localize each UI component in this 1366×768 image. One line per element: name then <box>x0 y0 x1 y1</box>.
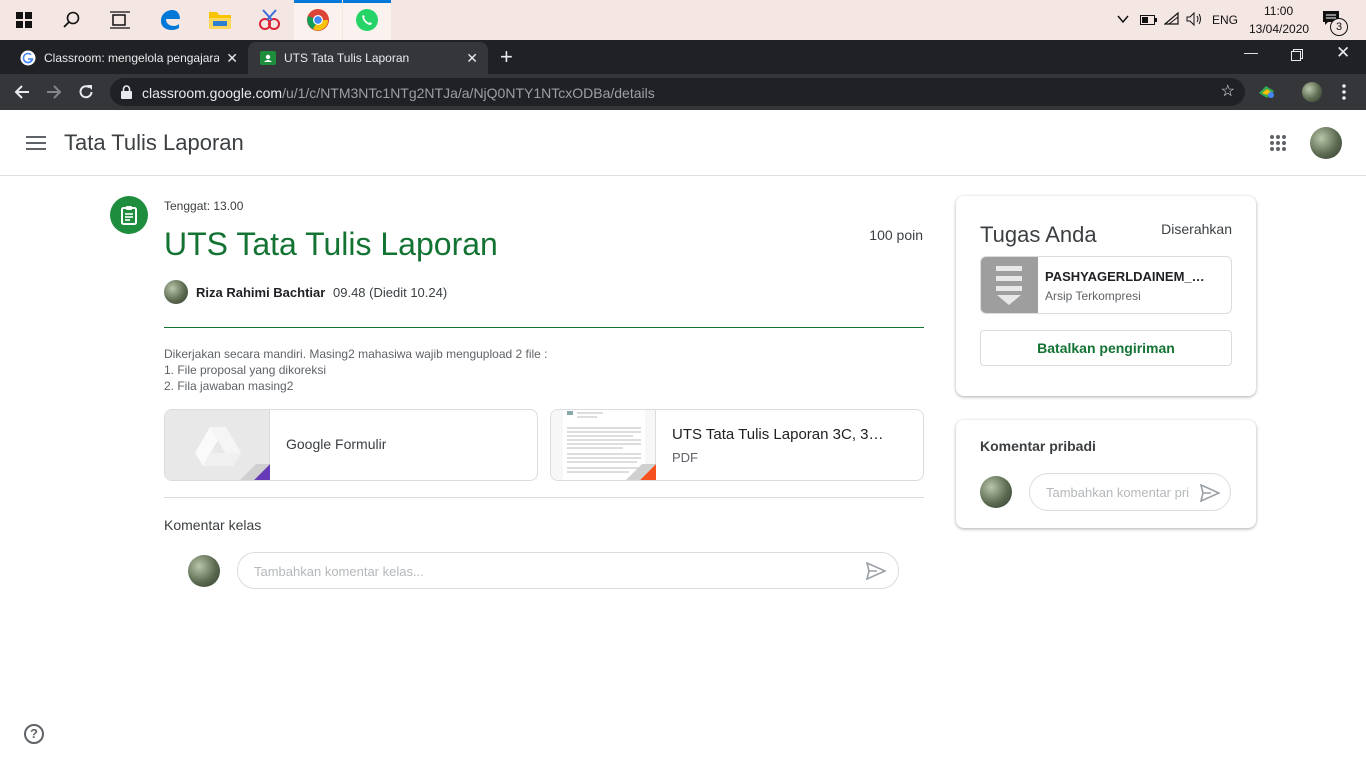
class-comment-placeholder: Tambahkan komentar kelas... <box>254 564 424 579</box>
class-comment-input[interactable]: Tambahkan komentar kelas... <box>237 552 899 589</box>
tab-label: UTS Tata Tulis Laporan <box>284 51 410 65</box>
lock-icon[interactable] <box>121 85 132 104</box>
chrome-icon[interactable] <box>294 0 342 40</box>
edge-icon[interactable] <box>146 0 194 40</box>
send-icon[interactable] <box>866 562 886 580</box>
points-label: 100 poin <box>869 227 923 243</box>
submitted-file-name: PASHYAGERLDAINEM_… <box>1045 269 1205 284</box>
browser-menu-icon[interactable] <box>1342 83 1346 106</box>
assignment-icon <box>110 196 148 234</box>
windows-start-icon[interactable] <box>0 0 48 40</box>
author-avatar <box>164 280 188 304</box>
comments-divider <box>164 497 924 498</box>
due-date: Tenggat: 13.00 <box>164 199 244 213</box>
bookmark-star-icon[interactable]: ☆ <box>1221 84 1235 100</box>
restore-icon[interactable] <box>1291 48 1303 66</box>
language-indicator[interactable]: ENG <box>1212 13 1238 27</box>
browser-tab-strip: Classroom: mengelola pengajaran ✕ UTS Ta… <box>0 40 1366 74</box>
archive-icon <box>996 266 1022 305</box>
app-header: Tata Tulis Laporan <box>0 110 1366 176</box>
url-path: /u/1/c/NTM3NTc1NTg2NTJa/a/NjQ0NTY1NTcxOD… <box>282 85 655 101</box>
submitted-file-type: Arsip Terkompresi <box>1045 289 1141 303</box>
unsubmit-button[interactable]: Batalkan pengiriman <box>980 330 1232 366</box>
description-line: 2. Fila jawaban masing2 <box>164 379 294 393</box>
apps-grid-icon[interactable] <box>1269 134 1287 157</box>
private-comment-placeholder: Tambahkan komentar pri <box>1046 485 1190 500</box>
windows-taskbar: ENG 11:00 13/04/2020 3 <box>0 0 1366 40</box>
attachment-name: Google Formulir <box>286 436 387 452</box>
classroom-icon <box>260 51 276 65</box>
class-title[interactable]: Tata Tulis Laporan <box>64 130 244 156</box>
url-text[interactable]: classroom.google.com/u/1/c/NTM3NTc1NTg2N… <box>142 85 655 101</box>
attachment-google-form[interactable]: Google Formulir <box>164 409 538 481</box>
snipping-tool-icon[interactable] <box>245 0 293 40</box>
tab-label: Classroom: mengelola pengajaran <box>44 51 219 65</box>
pdf-type-corner-icon <box>626 464 656 480</box>
commenter-avatar <box>980 476 1012 508</box>
help-icon[interactable]: ? <box>24 724 44 744</box>
new-tab-icon[interactable]: + <box>500 46 513 68</box>
class-comments-heading: Komentar kelas <box>164 517 262 533</box>
drive-icon <box>195 427 241 466</box>
google-icon <box>20 50 36 66</box>
account-avatar[interactable] <box>1310 127 1342 159</box>
pdf-thumbnail <box>551 410 656 480</box>
browser-toolbar: classroom.google.com/u/1/c/NTM3NTc1NTg2N… <box>0 74 1366 110</box>
submission-status: Diserahkan <box>1161 221 1232 237</box>
extension-icon[interactable] <box>1258 83 1276 106</box>
send-icon[interactable] <box>1200 484 1220 502</box>
your-work-title: Tugas Anda <box>980 222 1097 247</box>
url-host: classroom.google.com <box>142 85 283 101</box>
private-comments-heading: Komentar pribadi <box>980 438 1096 454</box>
reload-icon[interactable] <box>77 83 95 106</box>
hamburger-menu-icon[interactable] <box>26 136 46 155</box>
close-window-icon[interactable]: ✕ <box>1336 43 1350 63</box>
commenter-avatar <box>188 555 220 587</box>
title-divider <box>164 327 924 328</box>
whatsapp-icon[interactable] <box>343 0 391 40</box>
attachment-name: UTS Tata Tulis Laporan 3C, 3… <box>672 426 884 443</box>
address-bar[interactable]: classroom.google.com/u/1/c/NTM3NTc1NTg2N… <box>110 78 1245 106</box>
attachment-type: PDF <box>672 450 698 465</box>
archive-thumbnail <box>981 257 1038 313</box>
clock-date[interactable]: 13/04/2020 <box>1249 22 1309 36</box>
search-icon[interactable] <box>48 0 96 40</box>
volume-icon[interactable] <box>1186 11 1204 31</box>
posted-time: 09.48 (Diedit 10.24) <box>333 285 448 300</box>
your-work-card: Tugas Anda Diserahkan PASHYAGERLDAINEM_…… <box>956 196 1256 396</box>
task-view-icon[interactable] <box>96 0 144 40</box>
close-tab-icon[interactable]: ✕ <box>226 50 238 67</box>
form-type-corner-icon <box>240 464 270 480</box>
description-line: 1. File proposal yang dikoreksi <box>164 363 327 377</box>
minimize-icon[interactable]: — <box>1244 44 1258 60</box>
wifi-icon[interactable] <box>1163 11 1180 31</box>
chevron-up-icon[interactable] <box>1116 12 1130 31</box>
author-name: Riza Rahimi Bachtiar <box>196 285 326 300</box>
private-comment-input[interactable]: Tambahkan komentar pri <box>1029 473 1231 511</box>
notification-count-badge: 3 <box>1330 18 1348 36</box>
private-comments-card: Komentar pribadi Tambahkan komentar pri <box>956 420 1256 528</box>
tab-classroom[interactable]: Classroom: mengelola pengajaran ✕ <box>8 42 248 74</box>
assignment-description: Dikerjakan secara mandiri. Masing2 mahas… <box>164 346 548 394</box>
close-tab-icon[interactable]: ✕ <box>466 50 478 67</box>
attachment-pdf[interactable]: UTS Tata Tulis Laporan 3C, 3… PDF <box>550 409 924 481</box>
back-icon[interactable] <box>13 83 31 106</box>
description-line: Dikerjakan secara mandiri. Masing2 mahas… <box>164 347 548 361</box>
tab-assignment[interactable]: UTS Tata Tulis Laporan ✕ <box>248 42 488 74</box>
assignment-title: UTS Tata Tulis Laporan <box>164 226 498 262</box>
file-explorer-icon[interactable] <box>196 0 244 40</box>
battery-icon[interactable] <box>1140 13 1158 31</box>
browser-profile-avatar[interactable] <box>1302 82 1322 102</box>
clock-time[interactable]: 11:00 <box>1264 4 1293 18</box>
submitted-file[interactable]: PASHYAGERLDAINEM_… Arsip Terkompresi <box>980 256 1232 314</box>
forward-icon[interactable] <box>45 83 63 106</box>
drive-thumbnail <box>165 410 270 480</box>
